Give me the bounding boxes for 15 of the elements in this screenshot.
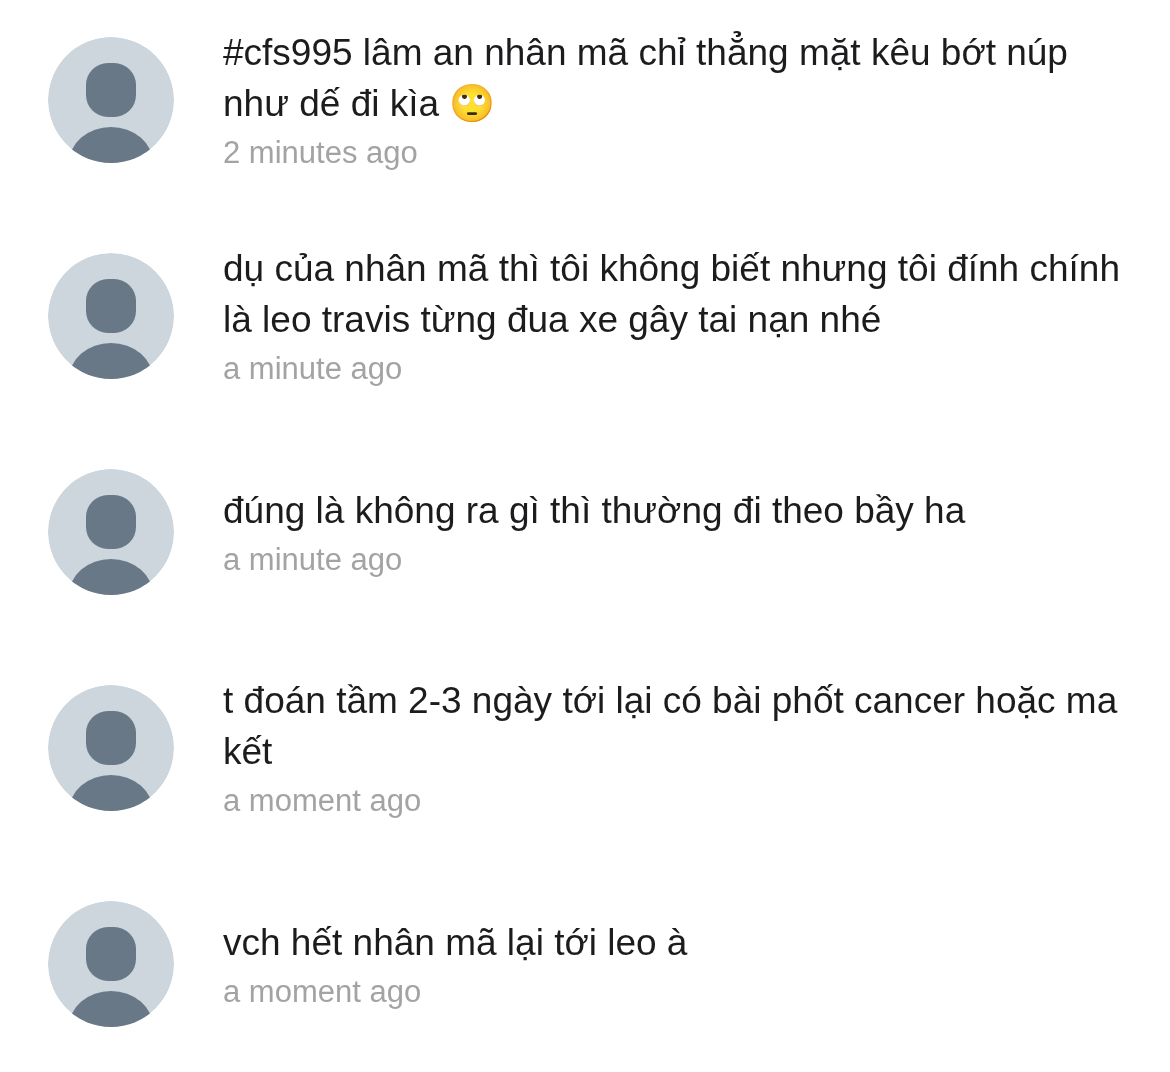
avatar-icon bbox=[48, 685, 174, 811]
comment-text: vch hết nhân mã lại tới leo à bbox=[223, 920, 688, 965]
avatar-icon bbox=[48, 37, 174, 163]
avatar-icon bbox=[48, 469, 174, 595]
timestamp: a minute ago bbox=[223, 540, 404, 579]
comment-text: t đoán tầm 2-3 ngày tới lại có bài phốt cancer hoặc ma kết bbox=[223, 679, 1119, 774]
timestamp: a moment ago bbox=[223, 972, 423, 1011]
comment-text: đúng là không ra gì thì thường đi theo bầy ha bbox=[223, 488, 966, 533]
comment-text: dụ của nhân mã thì tôi không biết nhưng tôi đính chính là leo travis từng đua xe gây tai nạn nhé bbox=[223, 247, 1121, 342]
avatar-icon bbox=[48, 901, 174, 1027]
timestamp: a moment ago bbox=[223, 782, 423, 820]
avatar-icon bbox=[48, 253, 174, 379]
timestamp: 2 minutes ago bbox=[223, 134, 419, 172]
timestamp: a minute ago bbox=[223, 350, 404, 388]
comment-text: #cfs995 lâm an nhân mã chỉ thẳng mặt kêu bớt núp như dế đi kìa 🙄 bbox=[223, 30, 1069, 126]
